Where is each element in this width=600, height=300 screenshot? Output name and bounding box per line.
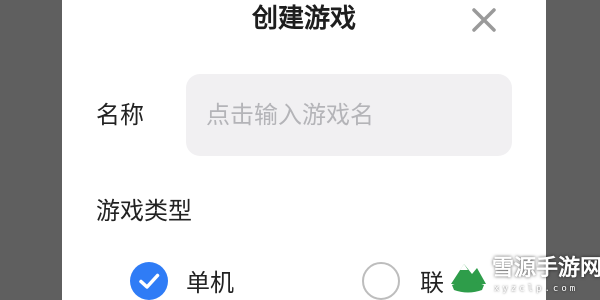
radio-checked-icon [130, 262, 168, 300]
radio-unchecked-icon [362, 262, 400, 300]
create-game-dialog: 创建游戏 名称 游戏类型 单机 联 [62, 0, 546, 300]
game-type-label: 游戏类型 [96, 197, 192, 225]
screen: 创建游戏 名称 游戏类型 单机 联 [0, 0, 600, 300]
radio-online[interactable]: 联 [362, 262, 462, 300]
radio-online-label: 联 [420, 269, 444, 297]
close-button[interactable] [466, 2, 502, 38]
close-icon [472, 8, 496, 32]
game-name-input[interactable] [186, 74, 512, 156]
name-label: 名称 [96, 101, 144, 129]
radio-single-player-label: 单机 [186, 269, 234, 297]
radio-single-player[interactable]: 单机 [130, 262, 260, 300]
